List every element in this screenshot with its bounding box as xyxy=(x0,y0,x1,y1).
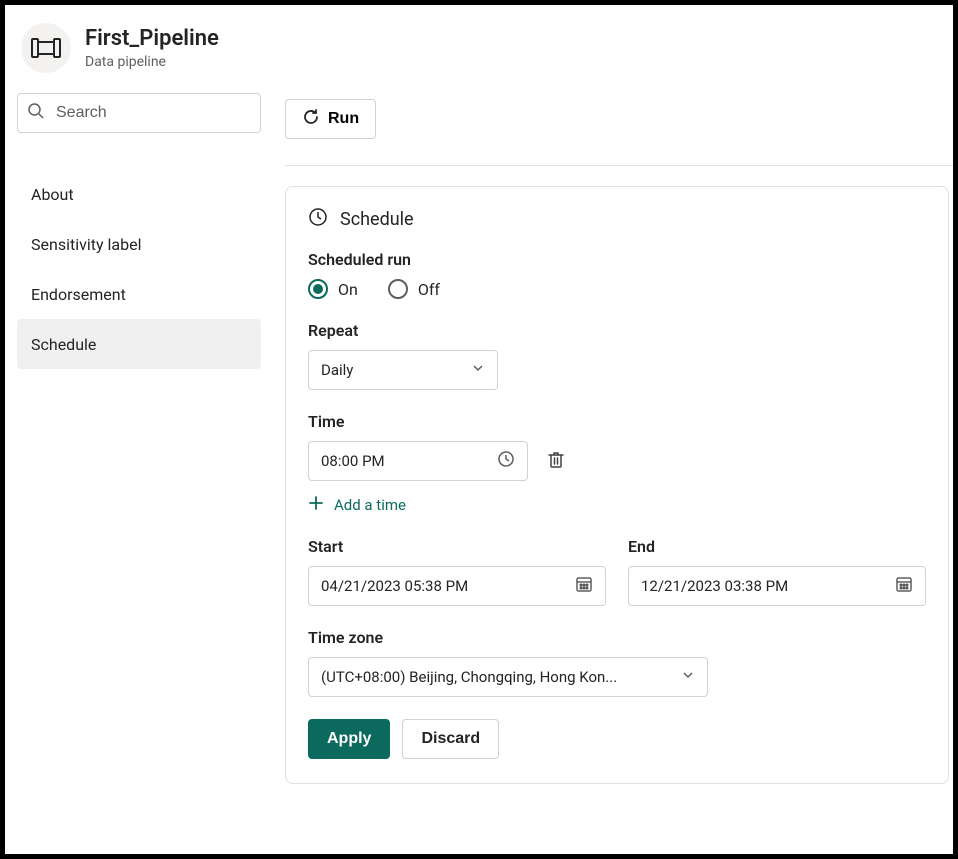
radio-on[interactable]: On xyxy=(308,279,358,299)
section-time: Time 08:00 PM xyxy=(308,412,926,515)
time-value: 08:00 PM xyxy=(321,452,385,470)
clock-icon xyxy=(497,450,515,472)
panel-title: Schedule xyxy=(308,207,926,232)
main-content: Run Schedule Scheduled run xyxy=(273,81,953,784)
divider xyxy=(285,165,953,166)
repeat-label: Repeat xyxy=(308,321,926,340)
discard-button[interactable]: Discard xyxy=(402,719,499,759)
start-value: 04/21/2023 05:38 PM xyxy=(321,577,468,595)
run-button-label: Run xyxy=(328,110,359,128)
sidebar-item-label: Endorsement xyxy=(31,285,126,304)
section-scheduled-run: Scheduled run On Off xyxy=(308,250,926,299)
panel-title-label: Schedule xyxy=(340,209,414,230)
radio-off-label: Off xyxy=(418,280,440,299)
plus-icon xyxy=(308,495,324,515)
sidebar-item-endorsement[interactable]: Endorsement xyxy=(17,269,261,319)
scheduled-run-label: Scheduled run xyxy=(308,250,926,269)
refresh-icon xyxy=(302,108,320,131)
sidebar-item-about[interactable]: About xyxy=(17,169,261,219)
chevron-down-icon xyxy=(471,361,485,379)
radio-off[interactable]: Off xyxy=(388,279,440,299)
trash-icon xyxy=(546,458,566,473)
repeat-value: Daily xyxy=(321,361,353,379)
page-header: First_Pipeline Data pipeline xyxy=(5,5,953,81)
page-subtitle: Data pipeline xyxy=(85,54,219,70)
start-label: Start xyxy=(308,537,606,556)
clock-icon xyxy=(308,207,328,232)
start-input[interactable]: 04/21/2023 05:38 PM xyxy=(308,566,606,606)
repeat-select[interactable]: Daily xyxy=(308,350,498,390)
end-input[interactable]: 12/21/2023 03:38 PM xyxy=(628,566,926,606)
chevron-down-icon xyxy=(681,668,695,686)
end-label: End xyxy=(628,537,926,556)
section-start-end: Start 04/21/2023 05:38 PM End xyxy=(308,537,926,606)
run-button[interactable]: Run xyxy=(285,99,376,139)
calendar-icon xyxy=(895,575,913,597)
pipeline-icon xyxy=(21,23,71,73)
sidebar-item-label: About xyxy=(31,185,74,204)
add-time-button[interactable]: Add a time xyxy=(308,495,406,515)
schedule-panel: Schedule Scheduled run On Off xyxy=(285,186,949,784)
section-timezone: Time zone (UTC+08:00) Beijing, Chongqing… xyxy=(308,628,926,697)
sidebar: About Sensitivity label Endorsement Sche… xyxy=(5,81,273,369)
search-input[interactable] xyxy=(17,93,261,133)
sidebar-item-sensitivity-label[interactable]: Sensitivity label xyxy=(17,219,261,269)
radio-off-icon xyxy=(388,279,408,299)
time-input[interactable]: 08:00 PM xyxy=(308,441,528,481)
radio-on-label: On xyxy=(338,280,358,299)
sidebar-item-label: Sensitivity label xyxy=(31,235,141,254)
radio-on-icon xyxy=(308,279,328,299)
end-value: 12/21/2023 03:38 PM xyxy=(641,577,788,595)
sidebar-item-label: Schedule xyxy=(31,335,96,354)
page-title: First_Pipeline xyxy=(85,26,219,52)
search-field[interactable] xyxy=(17,93,261,133)
apply-button[interactable]: Apply xyxy=(308,719,390,759)
section-repeat: Repeat Daily xyxy=(308,321,926,390)
timezone-select[interactable]: (UTC+08:00) Beijing, Chongqing, Hong Kon… xyxy=(308,657,708,697)
timezone-value: (UTC+08:00) Beijing, Chongqing, Hong Kon… xyxy=(321,668,617,686)
add-time-label: Add a time xyxy=(334,496,406,514)
calendar-icon xyxy=(575,575,593,597)
sidebar-item-schedule[interactable]: Schedule xyxy=(17,319,261,369)
delete-time-button[interactable] xyxy=(542,446,570,477)
timezone-label: Time zone xyxy=(308,628,926,647)
time-label: Time xyxy=(308,412,926,431)
search-icon xyxy=(27,102,45,124)
